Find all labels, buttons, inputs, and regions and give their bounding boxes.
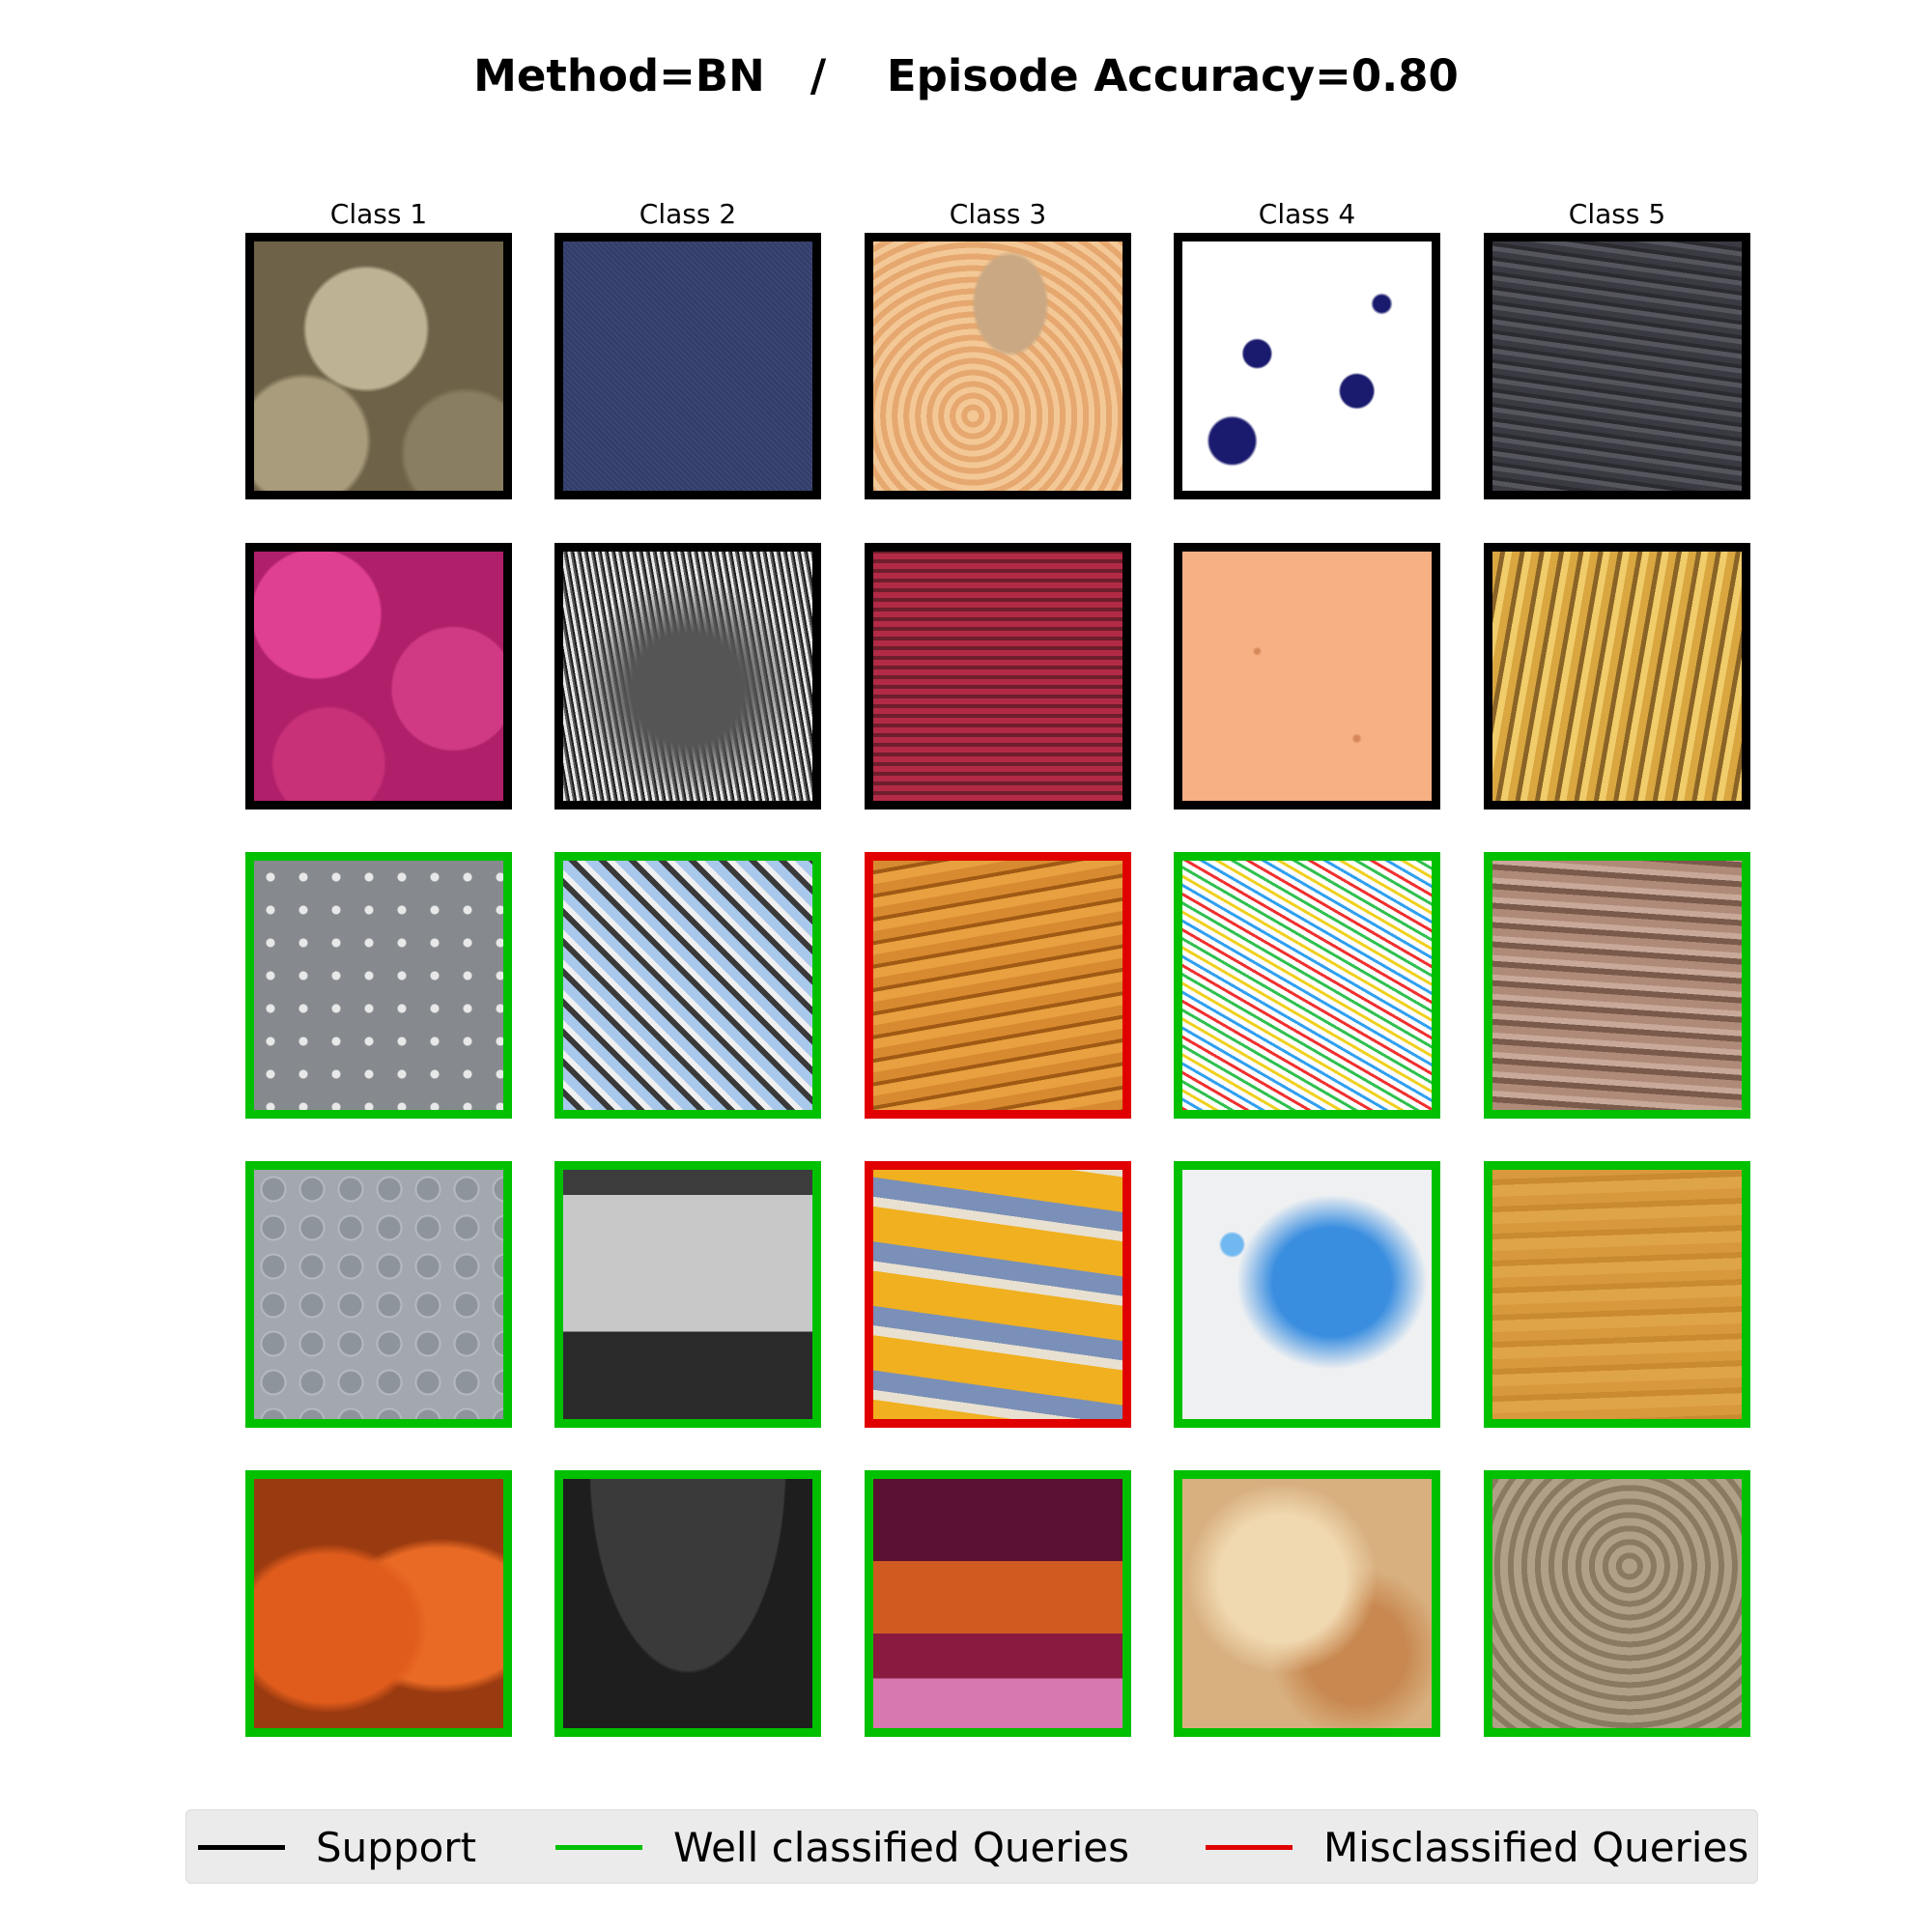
legend-item-misclassified: Misclassified Queries	[1206, 1810, 1748, 1885]
query-image-pastry-crust	[1174, 1470, 1440, 1737]
support-image-yarn-peach	[865, 233, 1131, 499]
column-label-class-5: Class 5	[1568, 198, 1666, 230]
legend-line-support	[198, 1845, 285, 1850]
texture-rock-slate	[1492, 242, 1742, 491]
texture-strata-brown	[1492, 861, 1742, 1110]
texture-speckle-peach	[1182, 552, 1432, 801]
texture-gourd-orange	[254, 1479, 503, 1728]
query-image-sprinkles-donut	[1174, 852, 1440, 1119]
texture-denim-navy	[563, 242, 812, 491]
texture-sponge-beige	[254, 242, 503, 491]
legend-label-well-classified: Well classified Queries	[673, 1824, 1130, 1871]
query-image-crochet-stripes	[865, 1161, 1131, 1428]
texture-paint-blue-splatter	[1182, 1170, 1432, 1419]
support-image-sponge-beige	[245, 233, 512, 499]
texture-pastry-crust	[1182, 1479, 1432, 1728]
support-image-lynx-grayscale	[554, 543, 821, 810]
support-image-denim-navy	[554, 233, 821, 499]
query-image-knit-orange	[865, 852, 1131, 1119]
texture-knit-red-plaid	[873, 552, 1122, 801]
texture-sprinkles-donut	[1182, 861, 1432, 1110]
support-image-rock-slate	[1484, 233, 1750, 499]
texture-leather-black	[563, 1479, 812, 1728]
texture-lynx-grayscale	[563, 552, 812, 801]
query-image-wood-weathered	[1484, 1470, 1750, 1737]
query-image-metal-studded-gray	[245, 852, 512, 1119]
query-image-gourd-orange	[245, 1470, 512, 1737]
query-image-wood-pine	[1484, 1161, 1750, 1428]
column-label-class-1: Class 1	[329, 198, 428, 230]
texture-knit-burgundy-stripes	[873, 1479, 1122, 1728]
query-image-paint-blue-splatter	[1174, 1161, 1440, 1428]
texture-wood-pine	[1492, 1170, 1742, 1419]
support-image-knit-red-plaid	[865, 543, 1131, 810]
legend: Support Well classified Queries Misclass…	[185, 1809, 1758, 1884]
query-image-barn-grayscale	[554, 1161, 821, 1428]
query-image-dots-gray-grid	[245, 1161, 512, 1428]
support-image-wood-golden	[1484, 543, 1750, 810]
texture-blobs-magenta	[254, 552, 503, 801]
column-label-class-4: Class 4	[1258, 198, 1356, 230]
support-image-speckle-peach	[1174, 543, 1440, 810]
texture-barn-grayscale	[563, 1170, 812, 1419]
texture-knit-orange	[873, 861, 1122, 1110]
legend-line-misclassified	[1206, 1845, 1293, 1850]
texture-wood-golden	[1492, 552, 1742, 801]
legend-label-misclassified: Misclassified Queries	[1323, 1824, 1749, 1871]
query-image-strata-brown	[1484, 852, 1750, 1119]
column-label-class-2: Class 2	[639, 198, 737, 230]
legend-label-support: Support	[316, 1824, 477, 1871]
legend-line-well-classified	[555, 1845, 642, 1850]
support-image-blobs-magenta	[245, 543, 512, 810]
texture-crochet-stripes	[873, 1170, 1122, 1419]
page-title: Method=BN / Episode Accuracy=0.80	[473, 50, 1459, 101]
column-label-class-3: Class 3	[949, 198, 1047, 230]
texture-mirror-triangles	[563, 861, 812, 1110]
query-image-leather-black	[554, 1470, 821, 1737]
legend-item-well-classified: Well classified Queries	[555, 1810, 1129, 1885]
support-image-ink-splatter	[1174, 233, 1440, 499]
texture-metal-studded-gray	[254, 861, 503, 1110]
texture-yarn-peach	[873, 242, 1122, 491]
texture-wood-weathered	[1492, 1479, 1742, 1728]
query-image-mirror-triangles	[554, 852, 821, 1119]
texture-ink-splatter	[1182, 242, 1432, 491]
texture-dots-gray-grid	[254, 1170, 503, 1419]
query-image-knit-burgundy-stripes	[865, 1470, 1131, 1737]
legend-item-support: Support	[198, 1810, 476, 1885]
